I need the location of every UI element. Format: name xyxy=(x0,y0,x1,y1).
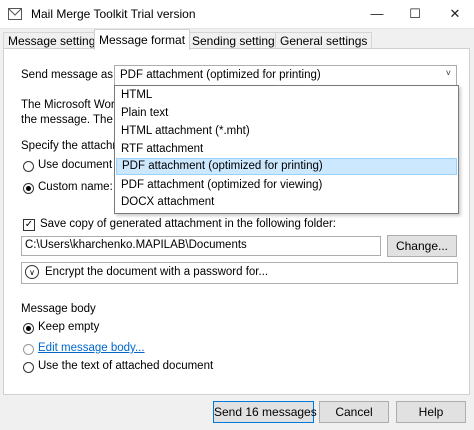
message-body-heading: Message body xyxy=(21,303,96,315)
use-attached-text-label[interactable]: Use the text of attached document xyxy=(38,360,213,372)
dropdown-option-plain-text[interactable]: Plain text xyxy=(116,105,457,122)
send-messages-button[interactable]: Send 16 messages xyxy=(213,401,317,423)
dropdown-option-html[interactable]: HTML xyxy=(116,87,457,104)
folder-path-input[interactable]: C:\Users\kharchenko.MAPILAB\Documents xyxy=(21,236,381,256)
app-icon xyxy=(8,8,22,20)
expand-chevron-icon: ∨ xyxy=(25,265,39,279)
title-bar: Mail Merge Toolkit Trial version — ☐ ✕ xyxy=(0,0,474,29)
send-as-dropdown-list: HTML Plain text HTML attachment (*.mht) … xyxy=(114,85,459,214)
dropdown-option-rtf-attachment[interactable]: RTF attachment xyxy=(116,141,457,158)
use-document-name-label[interactable]: Use document n xyxy=(38,159,122,171)
dropdown-option-pdf-printing[interactable]: PDF attachment (optimized for printing) xyxy=(116,158,457,175)
change-folder-button[interactable]: Change... xyxy=(387,235,457,257)
attachment-name-heading: Specify the attachme xyxy=(21,140,129,152)
help-button[interactable]: Help xyxy=(396,401,466,423)
send-as-selected: PDF attachment (optimized for printing) xyxy=(120,69,321,81)
maximize-button[interactable]: ☐ xyxy=(396,0,434,28)
window-title: Mail Merge Toolkit Trial version xyxy=(31,7,196,21)
save-copy-checkbox[interactable]: ✓ xyxy=(23,219,35,231)
cancel-button[interactable]: Cancel xyxy=(319,401,389,423)
custom-name-radio[interactable] xyxy=(23,183,34,194)
encrypt-label: Encrypt the document with a password for… xyxy=(45,266,269,278)
keep-empty-label[interactable]: Keep empty xyxy=(38,321,99,333)
custom-name-label[interactable]: Custom name: xyxy=(38,181,113,193)
encrypt-document-button[interactable]: ∨ Encrypt the document with a password f… xyxy=(21,262,458,284)
folder-path-value: C:\Users\kharchenko.MAPILAB\Documents xyxy=(25,239,247,251)
send-as-combobox[interactable]: PDF attachment (optimized for printing) … xyxy=(114,65,457,86)
save-copy-label[interactable]: Save copy of generated attachment in the… xyxy=(40,218,336,230)
tab-message-format[interactable]: Message format xyxy=(94,29,191,50)
use-attached-text-radio[interactable] xyxy=(23,362,34,373)
close-button[interactable]: ✕ xyxy=(436,0,474,28)
send-as-label: Send message as: xyxy=(21,69,117,81)
description-line-1: The Microsoft Word xyxy=(21,99,122,111)
use-document-name-radio[interactable] xyxy=(23,161,34,172)
chevron-down-icon[interactable]: ˅ xyxy=(446,68,451,78)
edit-message-body-link[interactable]: Edit message body... xyxy=(38,342,145,354)
dropdown-option-docx-attachment[interactable]: DOCX attachment xyxy=(116,194,457,211)
tab-strip: Message settings Message format Sending … xyxy=(0,29,474,50)
keep-empty-radio[interactable] xyxy=(23,323,34,334)
minimize-button[interactable]: — xyxy=(358,0,396,28)
dropdown-option-html-attachment[interactable]: HTML attachment (*.mht) xyxy=(116,123,457,140)
edit-body-radio[interactable] xyxy=(23,344,34,355)
dropdown-option-pdf-viewing[interactable]: PDF attachment (optimized for viewing) xyxy=(116,177,457,194)
